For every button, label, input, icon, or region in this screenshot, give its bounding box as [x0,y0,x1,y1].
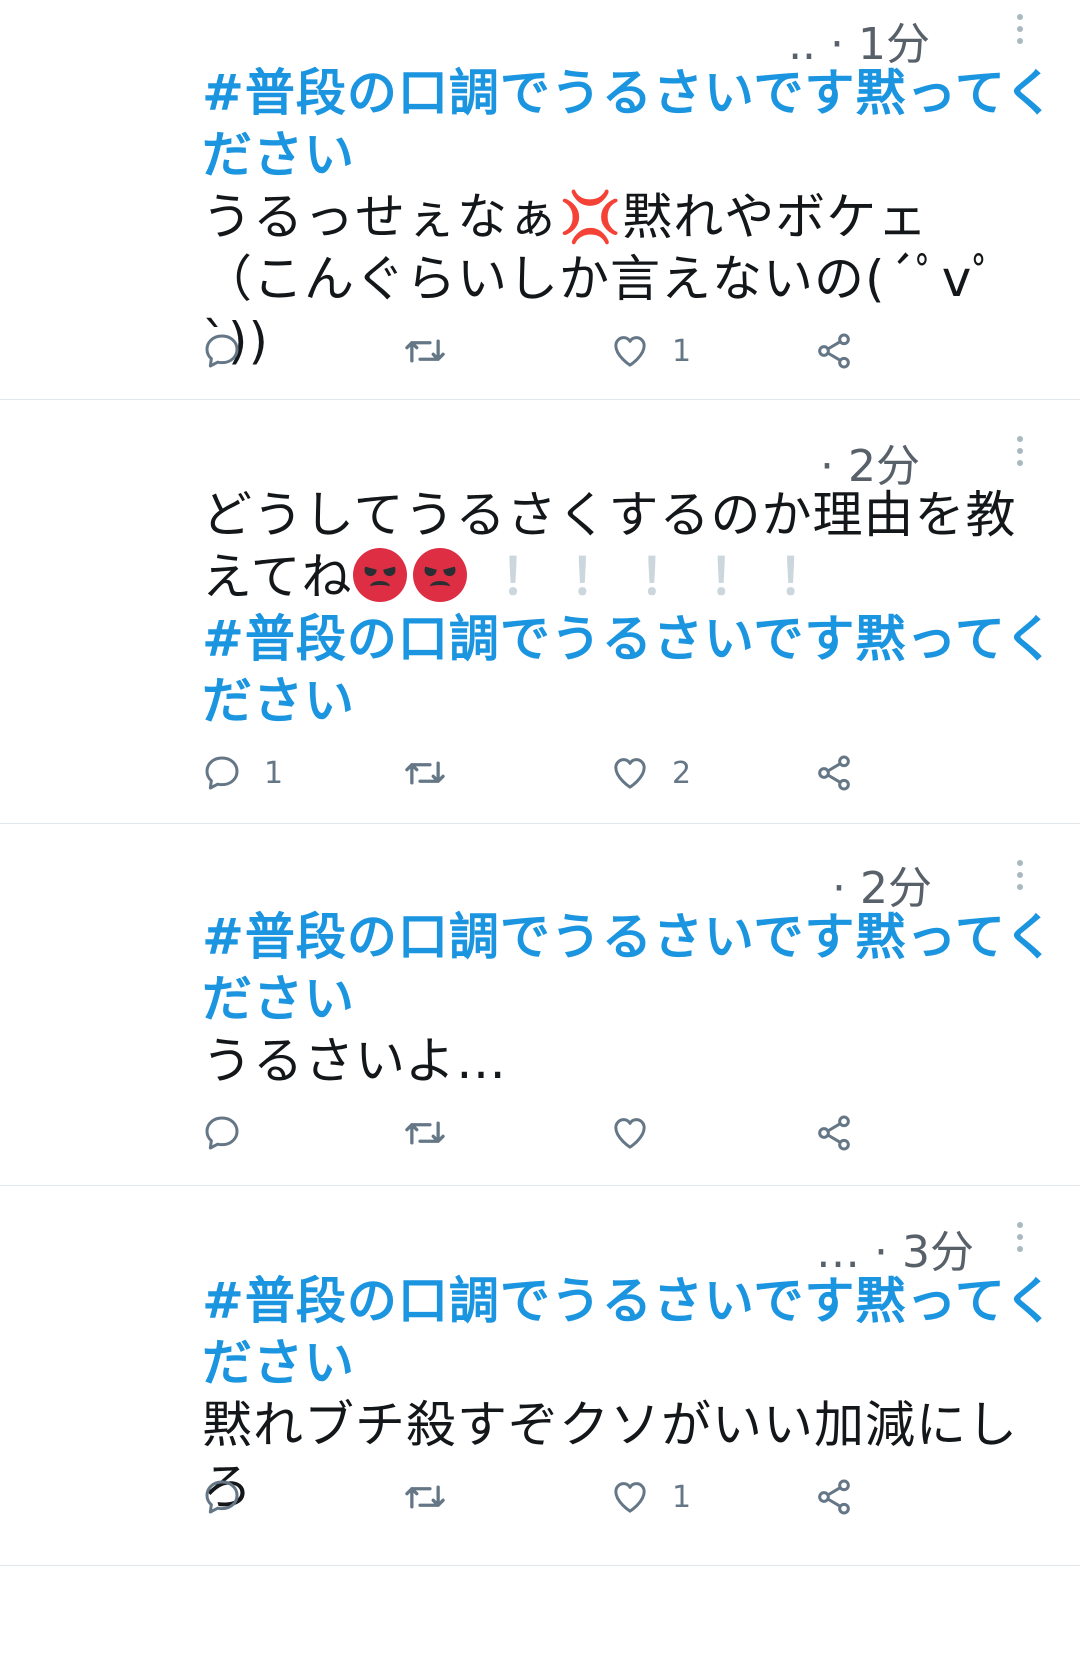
more-vertical-icon[interactable] [1014,860,1026,890]
reply-button[interactable]: 1 [202,748,283,798]
reply-button[interactable] [202,326,264,376]
share-icon [818,333,850,369]
angry-face-emoji [412,548,467,602]
tweet-actions: 1 [202,1472,962,1522]
share-icon [818,755,850,791]
more-vertical-icon[interactable] [1014,14,1026,44]
retweet-icon [405,339,445,363]
angry-face-emoji [352,548,407,602]
like-button[interactable]: 1 [610,326,691,376]
tweet-actions [202,1108,962,1158]
reply-icon [205,756,239,790]
tweet-2[interactable]: · 2分 どうしてうるさくするのか理由を教えてね！ ！ ！ ！ ！ #普段の口調… [0,400,1080,824]
share-button[interactable] [814,1108,854,1158]
share-icon [818,1479,850,1515]
tweet-text: うるさいよ… [202,1032,507,1090]
hashtag-link[interactable]: #普段の口調でうるさいです黙ってください [202,62,1062,186]
retweet-button[interactable] [402,1472,448,1522]
tweet-text-line: どうしてうるさくするのか理由を教えてね！ ！ ！ ！ ！ [202,484,1062,608]
reply-count: 1 [264,755,284,791]
like-button[interactable] [610,1108,672,1158]
retweet-button[interactable] [402,326,448,376]
reply-button[interactable] [202,1108,264,1158]
retweet-icon [405,1485,445,1509]
reply-icon [205,334,239,368]
tweet-body: #普段の口調でうるさいです黙ってください うるさいよ… [202,906,1062,1092]
hashtag-link[interactable]: #普段の口調でうるさいです黙ってください [202,1270,1062,1394]
like-count: 2 [672,755,692,791]
share-button[interactable] [814,326,854,376]
reply-icon [205,1116,239,1150]
like-count: 1 [672,333,692,369]
share-button[interactable] [814,748,854,798]
heart-icon [614,758,646,789]
reply-icon [205,1480,239,1514]
share-button[interactable] [814,1472,854,1522]
more-vertical-icon[interactable] [1014,1222,1026,1252]
retweet-icon [405,1121,445,1145]
tweet-1[interactable]: .. · 1分 #普段の口調でうるさいです黙ってください うるっせぇなぁ💢黙れや… [0,0,1080,400]
like-count: 1 [672,1479,692,1515]
heart-icon [614,1482,646,1513]
hashtag-link[interactable]: #普段の口調でうるさいです黙ってください [202,608,1062,732]
retweet-button[interactable] [402,748,448,798]
heart-icon [614,336,646,367]
heart-icon [614,1118,646,1149]
like-button[interactable]: 2 [610,748,691,798]
tweet-body: どうしてうるさくするのか理由を教えてね！ ！ ！ ！ ！ #普段の口調でうるさい… [202,484,1062,732]
tweet-3[interactable]: · 2分 #普段の口調でうるさいです黙ってください うるさいよ… [0,824,1080,1186]
like-button[interactable]: 1 [610,1472,691,1522]
more-vertical-icon[interactable] [1014,436,1026,466]
tweet-actions: 1 [202,326,962,376]
share-icon [818,1115,850,1151]
exclamation-marks: ！ ！ ！ ！ ！ [500,548,830,606]
retweet-button[interactable] [402,1108,448,1158]
reply-button[interactable] [202,1472,264,1522]
hashtag-link[interactable]: #普段の口調でうるさいです黙ってください [202,906,1062,1030]
tweet-actions: 1 2 [202,748,962,798]
retweet-icon [405,761,445,785]
tweet-4[interactable]: … · 3分 #普段の口調でうるさいです黙ってください 黙れブチ殺すぞクソがいい… [0,1186,1080,1566]
